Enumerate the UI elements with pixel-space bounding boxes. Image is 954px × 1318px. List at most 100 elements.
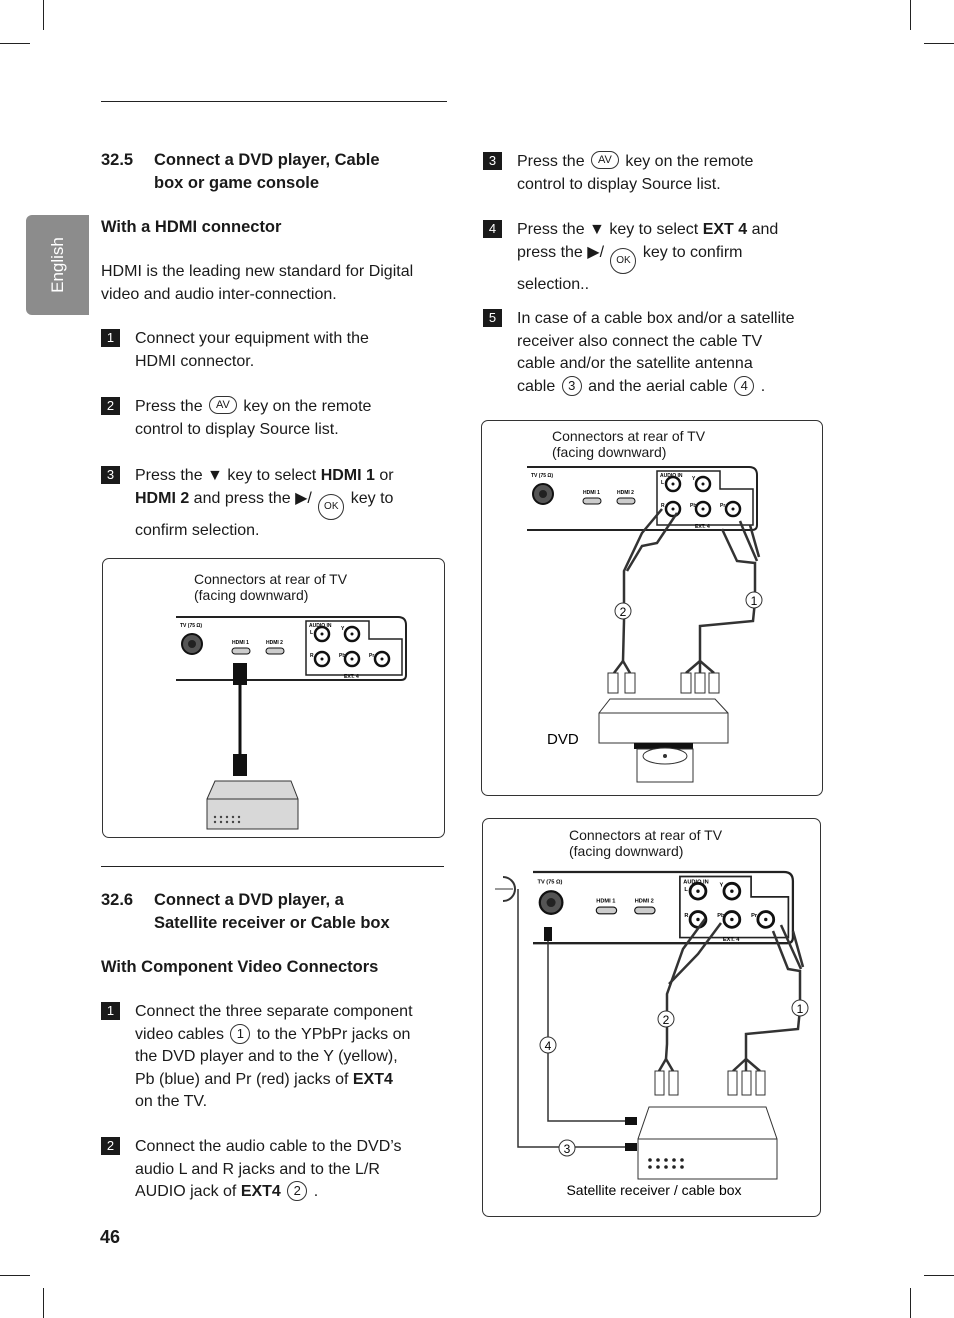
step-number-badge: 2 — [101, 1137, 120, 1155]
cable-number-icon: 1 — [230, 1023, 251, 1044]
step-text-segment — [281, 1183, 285, 1200]
hdmi2-port — [616, 497, 636, 505]
step-text-segment: and — [747, 221, 779, 238]
panel-label-ext: EXT. 4 — [344, 674, 359, 680]
crop-mark — [924, 43, 954, 44]
hdmi-plug — [233, 663, 247, 685]
step-number-badge: 1 — [101, 1002, 120, 1020]
step-text-segment: Connect the three separate component — [135, 1003, 413, 1020]
panel-label-hdmi2: HDMI 2 — [266, 640, 283, 646]
cable-number-icon: 2 — [287, 1181, 308, 1201]
ok-key-icon: OK — [318, 493, 345, 520]
dvd-connection-diagram: Connectors at rear of TV (facing downwar… — [481, 420, 823, 796]
panel-label-hdmi1: HDMI 1 — [583, 490, 600, 496]
cable-1-label: 1 — [797, 1002, 804, 1016]
panel-label-r: R — [684, 913, 688, 919]
panel-label-pr: Pr — [369, 653, 374, 659]
step-text-segment: control to display Source list. — [517, 175, 721, 193]
antenna-icon — [495, 876, 516, 902]
step-text-segment: to the YPbPr jacks on — [252, 1025, 411, 1043]
step-text: In case of a cable box and/or a satellit… — [517, 308, 795, 398]
hdmi-plug — [233, 754, 247, 776]
step-text-segment: . — [309, 1183, 319, 1200]
step-number-badge: 5 — [483, 309, 502, 327]
step-number-badge: 1 — [101, 329, 120, 347]
step-text-segment: Connect your equipment with the — [135, 330, 369, 347]
step-number-badge: 3 — [483, 152, 502, 170]
step-text-segment: control to display Source list. — [135, 420, 339, 438]
intro-line: video and audio inter-connection. — [101, 285, 337, 303]
hdmi-diagram-drawing: TV (75 Ω)HDMI 1 HDMI 2AUDIO INLYR Pb PrEXT.… — [176, 616, 407, 830]
panel-label-r: R — [310, 653, 314, 659]
intro-paragraph: HDMI is the leading new standard for Dig… — [101, 261, 413, 306]
step-number-badge: 3 — [101, 466, 120, 484]
hdmi2-port — [634, 906, 656, 915]
step-text-segment: EXT4 — [240, 1183, 281, 1200]
step-text-segment: on the TV. — [135, 1093, 208, 1110]
step-text-segment: receiver also connect the cable TV — [517, 332, 763, 350]
rca-plugs — [607, 672, 720, 694]
panel-label-hdmi1: HDMI 1 — [596, 899, 615, 905]
hdmi1-port — [231, 647, 251, 655]
cable-3-label: 3 — [564, 1142, 571, 1156]
cable-1-label: 1 — [751, 594, 758, 608]
step-number-badge: 2 — [101, 397, 120, 415]
aerial-cables — [517, 889, 629, 1148]
step-5: 5 In case of a cable box and/or a satelli… — [483, 308, 795, 398]
hdmi1-port — [595, 906, 618, 915]
panel-label-pr: Pr — [720, 503, 725, 509]
cable-2-label: 2 — [663, 1013, 670, 1027]
step-text-segment: confirm selection. — [135, 521, 260, 539]
step-text-segment: HDMI 2 — [135, 489, 190, 507]
step-text-segment: HDMI 1 — [320, 467, 375, 484]
cable-2-label: 2 — [620, 605, 627, 619]
step-text-segment: EXT 4 — [702, 221, 748, 238]
section-number: 32.6 — [101, 891, 134, 909]
step-text-segment: . — [756, 377, 766, 395]
step-text: Press the AV key on the remote control to… — [517, 151, 753, 196]
step-text-segment: key to — [346, 489, 394, 507]
hdmi1-port — [582, 497, 602, 505]
step-text-segment: Pb (blue) and Pr (red) jacks of — [135, 1070, 353, 1088]
step-text-segment: EXT4 — [352, 1070, 393, 1088]
step-text-segment: Press the ▼ key to select — [517, 221, 703, 238]
step-text-segment: selection.. — [517, 275, 590, 293]
step-text-segment: key on the remote — [238, 398, 372, 415]
panel-label-l: L — [661, 480, 664, 486]
panel-label-tv: TV (75 Ω) — [180, 623, 202, 629]
step-text-segment: In case of a cable box and/or a satellit… — [517, 310, 795, 327]
audio-cable — [613, 508, 679, 674]
step-text-segment: key to confirm — [638, 243, 743, 261]
step-number-badge: 4 — [483, 220, 502, 238]
step-text: Connect the audio cable to the DVD’s audi… — [135, 1136, 402, 1204]
step-4: 4 Press the ▼ key to select EXT 4 and pres… — [483, 219, 778, 296]
step-3: 3 Press the AV key on the remote control t… — [483, 151, 753, 196]
step-text: Press the ▼ key to select EXT 4 and press… — [517, 219, 778, 296]
device-label: Satellite receiver / cable box — [566, 1182, 741, 1198]
panel-label-hdmi2: HDMI 2 — [617, 490, 634, 496]
panel-label-tv: TV (75 Ω) — [538, 879, 563, 885]
step-text-segment: the DVD player and to the Y (yellow), — [135, 1048, 398, 1065]
component-video-cable — [732, 924, 805, 1072]
panel-label-hdmi1: HDMI 1 — [232, 640, 249, 646]
step-3: 3 Press the ▼ key to select HDMI 1 or HDMI… — [101, 465, 394, 542]
step-text-segment: Press the — [517, 153, 590, 170]
satellite-diagram-drawing: TV (75 Ω)HDMI 1 HDMI 2AUDIO INLYR Pb PrEXT.… — [495, 870, 809, 1198]
satellite-connection-diagram: Connectors at rear of TV (facing downwar… — [482, 818, 821, 1217]
dvd-diagram-drawing: TV (75 Ω)HDMI 1 HDMI 2AUDIO INLYR Pb PrEXT.… — [527, 466, 763, 783]
step-text-segment: Connect the audio cable to the DVD’s — [135, 1138, 402, 1155]
crop-mark — [43, 0, 44, 30]
crop-mark — [910, 1288, 911, 1318]
step-text: Connect your equipment with the HDMI conn… — [135, 328, 369, 373]
panel-label-l: L — [684, 887, 688, 893]
page-number: 46 — [100, 1227, 121, 1247]
section-title: box or game console — [154, 174, 320, 192]
step-text-segment: cable — [517, 377, 560, 395]
hdmi2-port — [265, 647, 285, 655]
step-1: 1 Connect the three separate component vid… — [101, 1001, 413, 1114]
av-key-icon: AV — [591, 151, 619, 169]
panel-label-hdmi2: HDMI 2 — [635, 899, 654, 905]
step-text-segment: AUDIO jack of — [135, 1183, 241, 1200]
step-text-segment: and press the ▶/ — [189, 489, 317, 507]
divider — [101, 101, 447, 102]
